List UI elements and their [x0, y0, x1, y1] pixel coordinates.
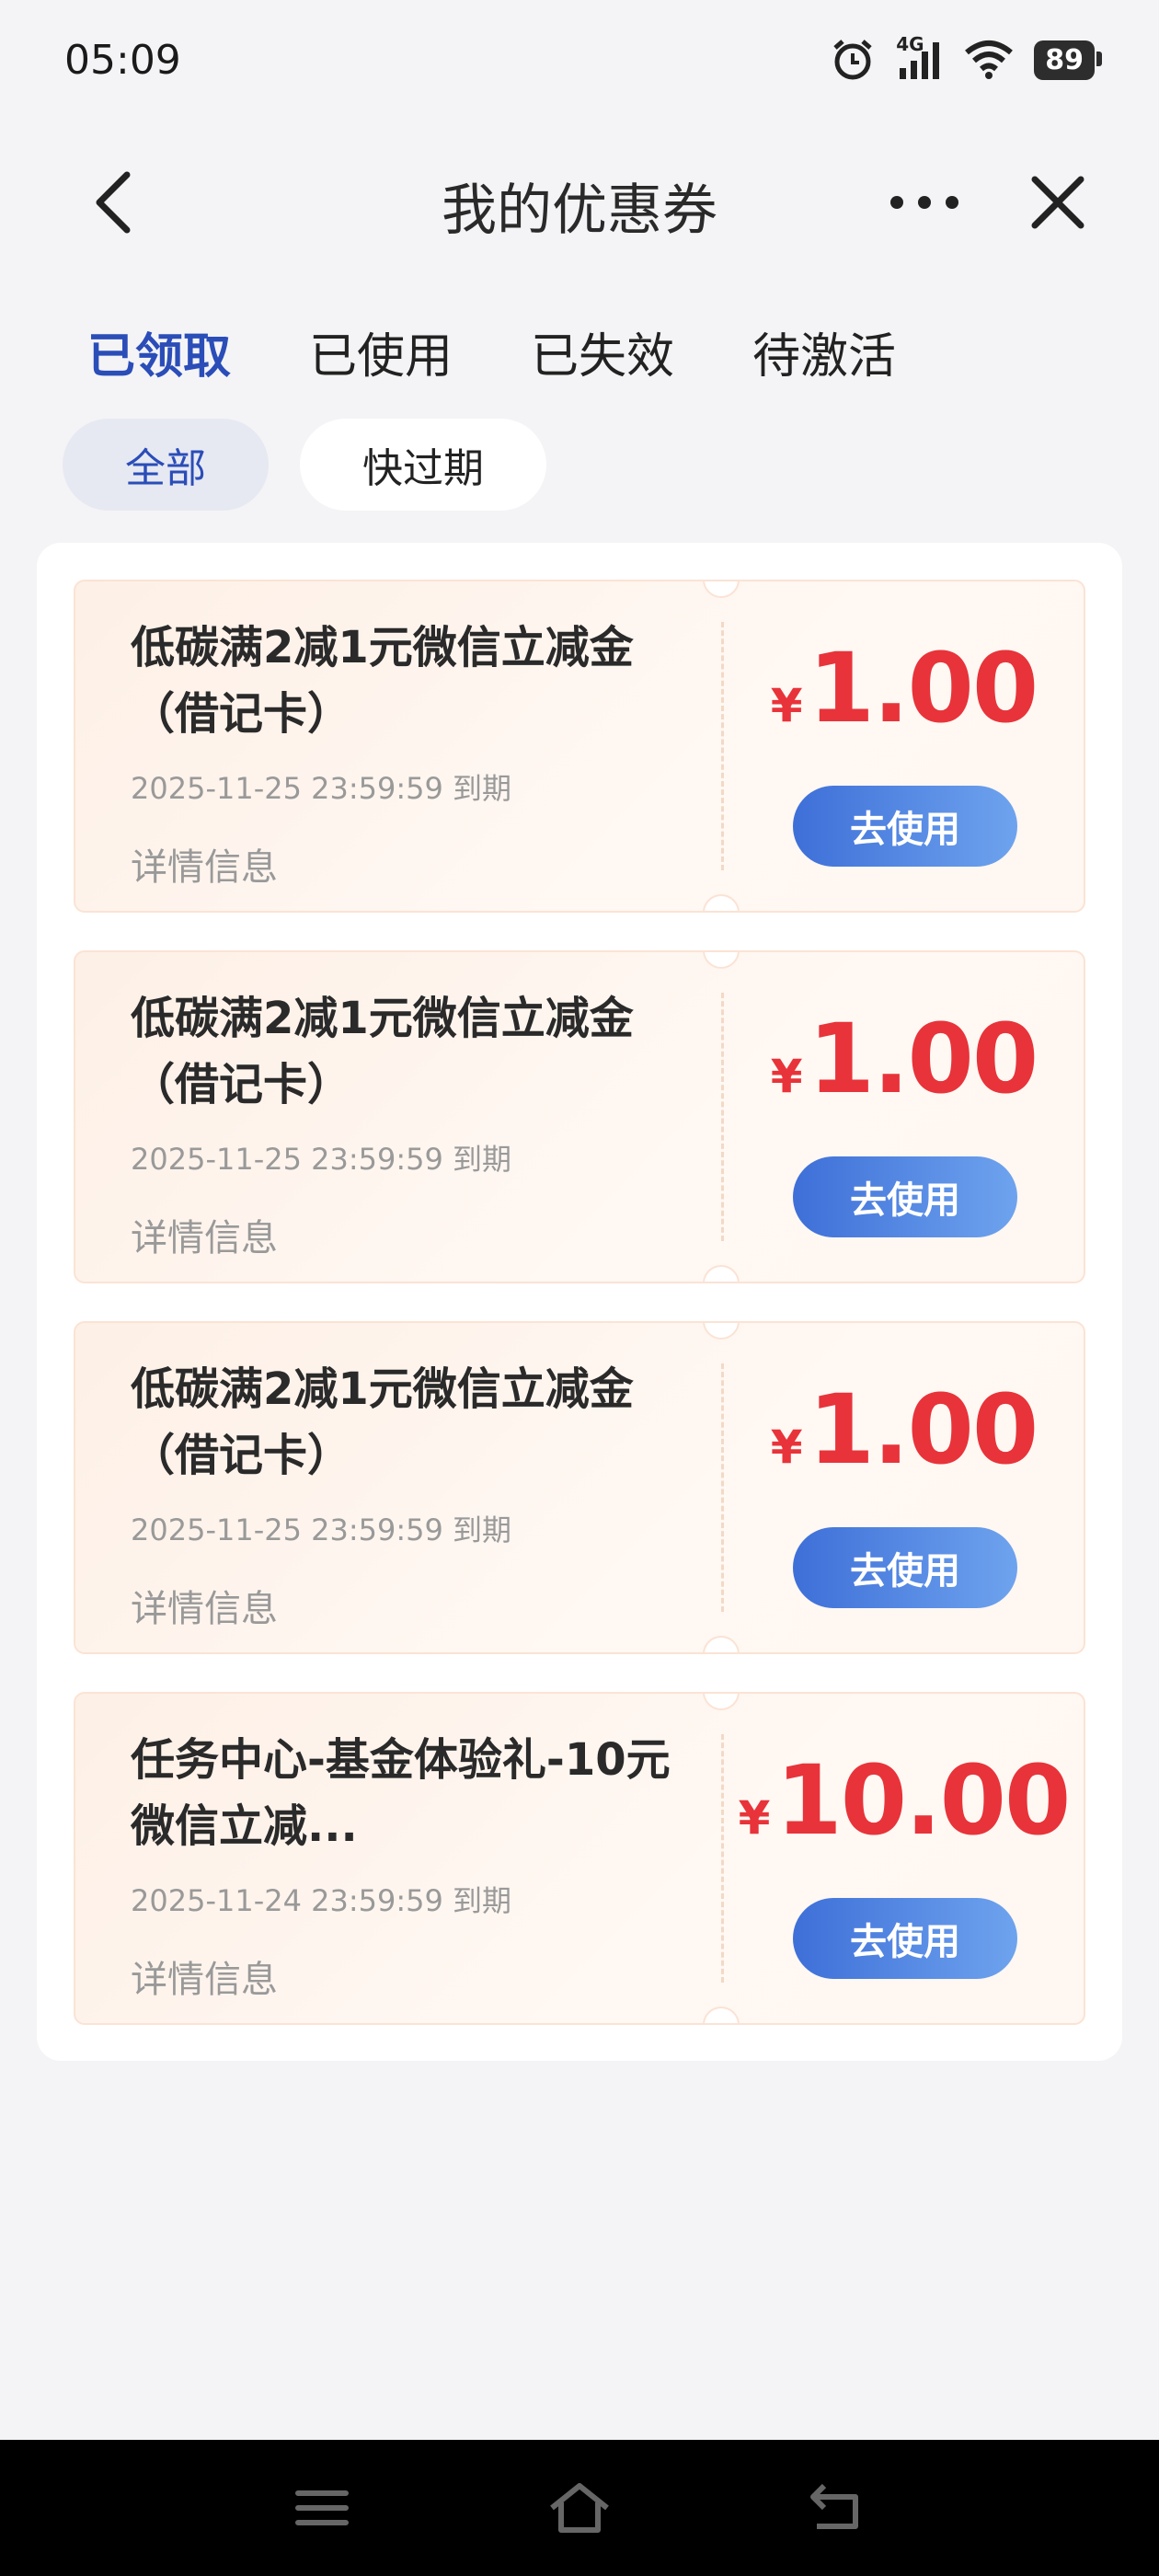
coupon-expiry: 2025-11-25 23:59:59 到期 — [131, 771, 512, 806]
coupon-card[interactable]: 低碳满2减1元微信立减金（借记卡） 2025-11-25 23:59:59 到期… — [74, 950, 1085, 1283]
coupon-card[interactable]: 任务中心-基金体验礼-10元微信立减... 2025-11-24 23:59:5… — [74, 1692, 1085, 2025]
battery-indicator: 89 — [1034, 40, 1102, 80]
system-navigation-bar — [0, 2440, 1159, 2576]
coupon-amount: 1.00 — [808, 1374, 1039, 1486]
use-coupon-button[interactable]: 去使用 — [793, 1898, 1017, 1979]
ticket-notch — [703, 1323, 740, 1340]
coupon-title: 任务中心-基金体验礼-10元微信立减... — [131, 1734, 671, 1852]
tab-used[interactable]: 已使用 — [309, 317, 453, 386]
back-system-button[interactable] — [800, 2480, 874, 2536]
return-icon — [810, 2483, 858, 2529]
menu-icon — [295, 2490, 349, 2525]
ticket-notch — [703, 894, 740, 911]
coupon-price: ¥1.00 — [724, 632, 1084, 744]
status-bar: 05:09 4G 89 — [0, 0, 1159, 120]
alarm-icon — [833, 40, 872, 80]
currency-symbol: ¥ — [770, 679, 803, 732]
ticket-notch — [703, 581, 740, 598]
close-button[interactable] — [1026, 170, 1090, 235]
coupon-price: ¥1.00 — [724, 1003, 1084, 1115]
status-icons: 4G 89 — [830, 33, 1102, 83]
coupon-detail-link[interactable]: 详情信息 — [131, 1208, 278, 1261]
wifi-icon — [965, 40, 1014, 79]
coupon-list: 低碳满2减1元微信立减金（借记卡） 2025-11-25 23:59:59 到期… — [37, 543, 1122, 2061]
home-button[interactable] — [543, 2480, 616, 2536]
more-horizontal-icon — [890, 196, 958, 209]
coupon-status-tabs: 已领取 已使用 已失效 待激活 — [87, 317, 974, 386]
filter-expiring-soon[interactable]: 快过期 — [300, 419, 546, 511]
use-coupon-button[interactable]: 去使用 — [793, 1156, 1017, 1237]
status-time: 05:09 — [64, 37, 181, 84]
use-coupon-button[interactable]: 去使用 — [793, 1527, 1017, 1608]
coupon-expiry: 2025-11-25 23:59:59 到期 — [131, 1512, 512, 1547]
more-options-button[interactable] — [883, 175, 966, 230]
coupon-card[interactable]: 低碳满2减1元微信立减金（借记卡） 2025-11-25 23:59:59 到期… — [74, 580, 1085, 913]
coupon-detail-link[interactable]: 详情信息 — [131, 837, 278, 891]
coupon-title: 低碳满2减1元微信立减金（借记卡） — [131, 622, 634, 740]
coupon-expiry: 2025-11-25 23:59:59 到期 — [131, 1142, 512, 1177]
ticket-notch — [703, 2007, 740, 2023]
use-coupon-button[interactable]: 去使用 — [793, 786, 1017, 867]
coupon-title: 低碳满2减1元微信立减金（借记卡） — [131, 1363, 634, 1481]
tab-received[interactable]: 已领取 — [87, 317, 231, 386]
filter-chips: 全部 快过期 — [63, 419, 546, 511]
currency-symbol: ¥ — [738, 1791, 771, 1845]
coupon-price: ¥1.00 — [724, 1374, 1084, 1486]
ticket-notch — [703, 1694, 740, 1710]
ticket-notch — [703, 952, 740, 969]
coupon-detail-link[interactable]: 详情信息 — [131, 1949, 278, 2003]
currency-symbol: ¥ — [770, 1050, 803, 1103]
currency-symbol: ¥ — [770, 1420, 803, 1474]
close-icon — [1031, 176, 1084, 229]
ticket-notch — [703, 1636, 740, 1652]
home-icon — [550, 2483, 609, 2533]
coupon-title: 低碳满2减1元微信立减金（借记卡） — [131, 993, 634, 1110]
menu-button[interactable] — [285, 2480, 359, 2536]
top-navigation: 我的优惠券 — [0, 147, 1159, 258]
coupon-card[interactable]: 低碳满2减1元微信立减金（借记卡） 2025-11-25 23:59:59 到期… — [74, 1321, 1085, 1654]
filter-all[interactable]: 全部 — [63, 419, 269, 511]
coupon-price: ¥10.00 — [724, 1744, 1084, 1857]
page-title: 我的优惠券 — [442, 178, 717, 243]
coupon-amount: 1.00 — [808, 1003, 1039, 1115]
tab-pending-activation[interactable]: 待激活 — [752, 317, 896, 386]
coupon-amount: 1.00 — [808, 632, 1039, 744]
coupon-expiry: 2025-11-24 23:59:59 到期 — [131, 1883, 512, 1918]
tab-expired[interactable]: 已失效 — [531, 317, 674, 386]
coupon-amount: 10.00 — [775, 1744, 1071, 1857]
cellular-signal-icon: 4G — [896, 33, 944, 83]
ticket-notch — [703, 1265, 740, 1282]
coupon-detail-link[interactable]: 详情信息 — [131, 1579, 278, 1632]
